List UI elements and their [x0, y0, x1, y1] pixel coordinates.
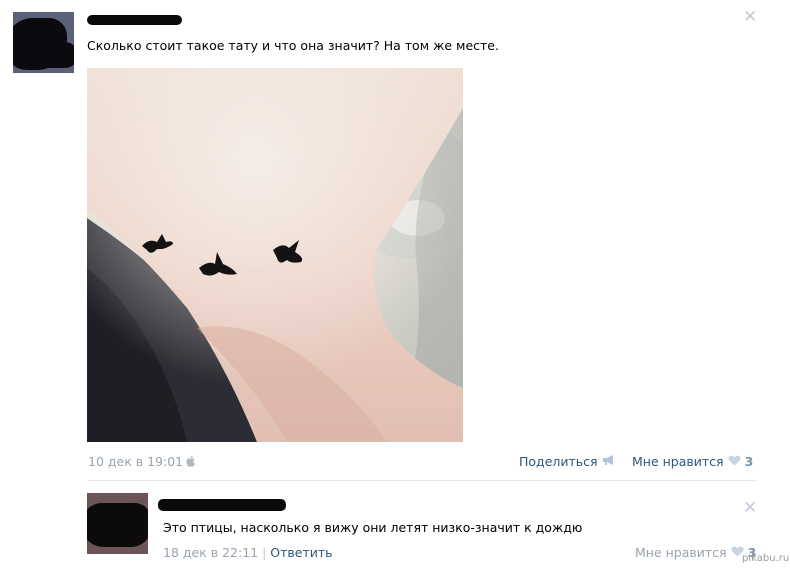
- megaphone-icon: [602, 454, 616, 469]
- post-author-name-redacted: [87, 15, 182, 25]
- comment-like-label: Мне нравится: [635, 545, 727, 560]
- share-button[interactable]: Поделиться: [519, 454, 616, 469]
- comment-text: Это птицы, насколько я вижу они летят ни…: [163, 520, 583, 535]
- reply-button[interactable]: Ответить: [270, 545, 332, 560]
- share-label: Поделиться: [519, 454, 598, 469]
- post-date[interactable]: 10 дек в 19:01: [88, 454, 196, 470]
- post-close-icon[interactable]: ✕: [743, 9, 757, 26]
- comment-author-avatar[interactable]: [87, 493, 148, 554]
- post-like-label: Мне нравится: [632, 454, 724, 469]
- post-photo[interactable]: [87, 68, 463, 442]
- watermark: pikabu.ru: [742, 553, 790, 564]
- meta-separator: |: [262, 545, 267, 560]
- comment-close-icon[interactable]: ✕: [743, 500, 757, 517]
- post-text: Сколько стоит такое тату и что она значи…: [87, 38, 499, 53]
- apple-icon: [186, 455, 196, 470]
- comment-author-name-redacted: [158, 499, 286, 511]
- post-like-button[interactable]: Мне нравится 3: [632, 454, 753, 469]
- heart-icon: [727, 454, 741, 469]
- comment-date[interactable]: 18 дек в 22:11: [163, 545, 258, 560]
- post-like-count: 3: [744, 454, 754, 469]
- comment-meta: 18 дек в 22:11 | Ответить: [163, 545, 333, 560]
- divider: [87, 480, 757, 481]
- comment-like-button[interactable]: Мне нравится 3: [635, 545, 756, 560]
- post-date-link[interactable]: 10 дек в 19:01: [88, 454, 183, 469]
- post-author-avatar[interactable]: [13, 12, 74, 73]
